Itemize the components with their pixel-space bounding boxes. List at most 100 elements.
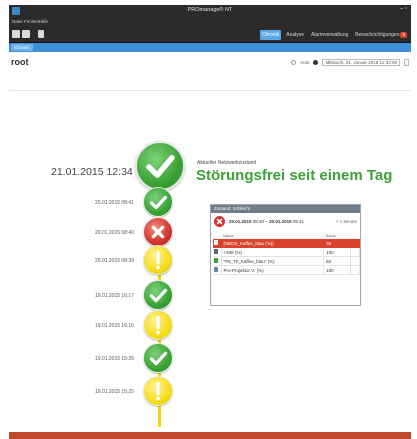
sensor-value: 60 bbox=[323, 256, 351, 266]
auto-radio[interactable] bbox=[291, 60, 297, 65]
sensor-name: Pro-Projektor V: (%) bbox=[221, 265, 325, 275]
row-icon-cell bbox=[213, 247, 222, 257]
sensor-icon bbox=[214, 240, 218, 245]
sensor-row-alarm[interactable]: [NBOX_Kaffee_blau (%)] 30 bbox=[213, 239, 361, 248]
event-status-warning-icon[interactable] bbox=[143, 376, 173, 406]
folder-icon[interactable] bbox=[12, 30, 20, 38]
tab-benachrichtigungen-label: Benachrichtigungen bbox=[355, 32, 400, 38]
sensor-row[interactable]: "P8_Th_Kaffee_blau" (%) 60 bbox=[213, 256, 361, 266]
checkmark-icon bbox=[146, 154, 175, 178]
subtab-chronik[interactable]: Chronik bbox=[11, 44, 33, 51]
col-icon bbox=[213, 232, 221, 239]
tab-analyse-label: Analyse bbox=[286, 32, 305, 38]
col-value: Schw. bbox=[325, 233, 337, 238]
window-controls[interactable]: – ▫ bbox=[400, 6, 407, 12]
menu-hilfe[interactable]: Hilfe bbox=[39, 19, 48, 24]
panel-range: 20.01.2015 08:40 – 20.01.2015 08:41 < 1 … bbox=[211, 213, 360, 230]
sensor-name: "P8_Th_Kaffee_blau" (%) bbox=[221, 256, 325, 266]
tab-benachrichtigungen[interactable]: Benachrichtigungen 5 bbox=[353, 30, 409, 40]
sensor-name: [NBOX_Kaffee_blau (%)] bbox=[221, 239, 325, 248]
app-window: PROmanage® NT – ▫ Datei Fenster Hilfe Ch… bbox=[9, 5, 411, 439]
manual-radio[interactable] bbox=[313, 60, 319, 65]
menu-datei[interactable]: Datei bbox=[12, 19, 23, 24]
col-name: Name bbox=[223, 233, 234, 238]
page-title: root bbox=[11, 57, 29, 67]
device-icon bbox=[214, 267, 218, 272]
sensor-value: 30 bbox=[323, 239, 351, 248]
menu-fenster[interactable]: Fenster bbox=[24, 19, 39, 24]
error-icon bbox=[214, 216, 225, 227]
warning-icon bbox=[156, 250, 160, 270]
tab-alarmverwaltung[interactable]: Alarmverwaltung bbox=[309, 30, 350, 40]
status-title: Aktueller Netzwerkzustand bbox=[197, 160, 257, 166]
chronik-view: root Auto Mittwoch, 21. Januar 2015 12:3… bbox=[9, 52, 411, 432]
event-timestamp: 19.01.2015 15:26 bbox=[95, 356, 134, 362]
range-start-date: 20.01.2015 bbox=[229, 219, 252, 224]
row-icon-cell bbox=[213, 265, 222, 275]
x-mark-icon bbox=[216, 218, 223, 225]
status-strip bbox=[9, 432, 411, 439]
event-status-ok-icon[interactable] bbox=[143, 343, 173, 373]
network-icon[interactable] bbox=[38, 30, 44, 38]
row-filler bbox=[350, 265, 361, 275]
col-filler bbox=[350, 232, 359, 239]
current-timestamp: 21.01.2015 12:34 bbox=[51, 166, 133, 178]
event-status-ok-icon[interactable] bbox=[143, 280, 173, 310]
current-status-ok-icon[interactable] bbox=[135, 141, 185, 191]
warning-icon bbox=[156, 315, 160, 335]
time-controls: Auto Mittwoch, 21. Januar 2015 12:34:00 bbox=[291, 59, 409, 66]
notification-badge: 5 bbox=[400, 32, 407, 38]
window-title: PROmanage® NT bbox=[187, 7, 233, 13]
range-duration: < 1 Minute bbox=[335, 219, 357, 224]
checkmark-icon bbox=[149, 351, 168, 366]
event-timestamp: 19.01.2015 15:25 bbox=[95, 389, 134, 395]
row-icon-cell bbox=[213, 239, 222, 248]
tab-analyse[interactable]: Analyse bbox=[284, 30, 306, 40]
menu-bar: Datei Fenster Hilfe bbox=[9, 18, 411, 27]
date-spinner[interactable] bbox=[404, 59, 409, 66]
checkmark-icon bbox=[149, 288, 168, 303]
event-timestamp: 20.01.2015 08:41 bbox=[95, 200, 134, 206]
row-filler bbox=[350, 256, 361, 266]
event-status-warning-icon[interactable] bbox=[143, 245, 173, 275]
checkmark-icon bbox=[149, 195, 168, 210]
sensor-icon bbox=[214, 249, 218, 254]
range-end-time: 08:41 bbox=[292, 219, 305, 224]
panel-range-text: 20.01.2015 08:40 – 20.01.2015 08:41 bbox=[229, 219, 304, 224]
main-tabs: Chronik Analyse Alarmverwaltung Benachri… bbox=[260, 30, 409, 40]
event-timestamp: 20.01.2015 08:39 bbox=[95, 258, 134, 264]
status-message: Störungsfrei seit einem Tag bbox=[196, 167, 393, 184]
header-divider bbox=[9, 90, 411, 91]
sensor-table-header: Name Schw. bbox=[213, 232, 360, 239]
range-end-date: 20.01.2015 bbox=[269, 219, 292, 224]
save-icon[interactable] bbox=[22, 30, 30, 38]
row-filler bbox=[350, 247, 361, 257]
event-status-warning-icon[interactable] bbox=[143, 310, 173, 340]
sensor-table: Name Schw. [NBOX_Kaffee_blau (%)] 30 +208 … bbox=[213, 232, 361, 275]
auto-label: Auto bbox=[300, 60, 310, 65]
sensor-value: 100 bbox=[323, 265, 351, 275]
event-detail-panel: Zustand: Schlecht 20.01.2015 08:40 – 20.… bbox=[210, 204, 361, 306]
tab-alarmverwaltung-label: Alarmverwaltung bbox=[311, 32, 349, 38]
range-dash: – bbox=[265, 219, 268, 224]
event-status-error-icon[interactable] bbox=[143, 217, 173, 247]
row-icon-cell bbox=[213, 256, 222, 266]
event-timestamp: 19.01.2015 16:17 bbox=[95, 293, 134, 299]
subtab-bar: Chronik bbox=[9, 43, 411, 52]
sensor-name: +208 (%) bbox=[221, 247, 325, 257]
event-status-ok-icon[interactable] bbox=[143, 187, 173, 217]
tab-chronik[interactable]: Chronik bbox=[260, 30, 282, 40]
tab-chronik-label: Chronik bbox=[262, 32, 280, 38]
sensor-row[interactable]: +208 (%) 100 bbox=[213, 247, 361, 257]
date-field[interactable]: Mittwoch, 21. Januar 2015 12:34:00 bbox=[322, 59, 400, 66]
event-timestamp: 19.01.2015 16:16 bbox=[95, 323, 134, 329]
event-timestamp: 20.01.2015 08:40 bbox=[95, 230, 134, 236]
x-mark-icon bbox=[151, 225, 165, 239]
sensor-value: 100 bbox=[323, 247, 351, 257]
toolbar: Chronik Analyse Alarmverwaltung Benachri… bbox=[9, 27, 411, 43]
title-bar: PROmanage® NT – ▫ bbox=[9, 5, 411, 18]
panel-header: Zustand: Schlecht bbox=[211, 205, 360, 213]
range-start-time: 08:40 bbox=[252, 219, 265, 224]
plant-icon bbox=[214, 258, 218, 263]
sensor-row[interactable]: Pro-Projektor V: (%) 100 bbox=[213, 265, 361, 275]
